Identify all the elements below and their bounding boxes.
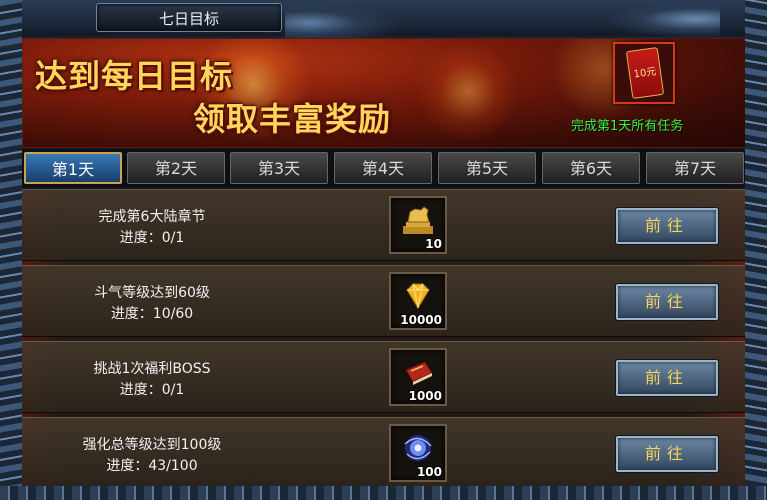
task-row: 挑战1次福利BOSS 进度：0/1 1000 前往 bbox=[22, 341, 746, 413]
reward-item-slot[interactable]: 10 bbox=[389, 196, 447, 254]
task-row: 强化总等级达到100级 进度：43/100 100 前往 bbox=[22, 417, 746, 489]
reward-item-slot[interactable]: 1000 bbox=[389, 348, 447, 406]
task-name: 完成第6大陆章节 bbox=[98, 209, 206, 225]
task-row: 完成第6大陆章节 进度：0/1 10 前往 bbox=[22, 189, 746, 261]
red-packet-icon: 10元 bbox=[625, 47, 665, 99]
tab-day-2[interactable]: 第2天 bbox=[127, 152, 225, 184]
reward-count: 100 bbox=[416, 465, 442, 479]
dragon-ornament-icon bbox=[285, 0, 405, 38]
bottom-border-ornament bbox=[0, 486, 767, 500]
task-name: 斗气等级达到60级 bbox=[94, 285, 210, 301]
banner-headline-1: 达到每日目标 bbox=[35, 57, 234, 95]
task-progress: 进度：10/60 bbox=[110, 306, 194, 322]
tab-day-6[interactable]: 第6天 bbox=[542, 152, 640, 184]
tab-day-5[interactable]: 第5天 bbox=[438, 152, 536, 184]
day-tabs: 第1天 第2天 第3天 第4天 第5天 第6天 第7天 bbox=[22, 149, 746, 187]
tab-day-3[interactable]: 第3天 bbox=[230, 152, 328, 184]
seven-day-goal-window: 七日目标 达到每日目标 领取丰富奖励 10元 完成第1天所有任务 第1天 第2天… bbox=[0, 0, 767, 500]
firework-decoration bbox=[413, 44, 523, 139]
task-progress: 进度：0/1 bbox=[119, 382, 185, 398]
reward-item-slot[interactable]: 100 bbox=[389, 424, 447, 482]
task-progress: 进度：0/1 bbox=[119, 230, 185, 246]
tab-day-1[interactable]: 第1天 bbox=[24, 152, 122, 184]
all-tasks-reward-slot[interactable]: 10元 bbox=[613, 42, 675, 104]
title-plate: 七日目标 bbox=[96, 3, 282, 32]
go-button[interactable]: 前往 bbox=[616, 208, 718, 244]
task-row: 斗气等级达到60级 进度：10/60 10000 前往 bbox=[22, 265, 746, 337]
right-border-ornament bbox=[745, 0, 767, 500]
go-button[interactable]: 前往 bbox=[616, 284, 718, 320]
task-progress: 进度：43/100 bbox=[106, 458, 198, 474]
go-button[interactable]: 前往 bbox=[616, 436, 718, 472]
complete-all-tasks-label: 完成第1天所有任务 bbox=[571, 119, 684, 134]
go-button[interactable]: 前往 bbox=[616, 360, 718, 396]
reward-count: 1000 bbox=[408, 389, 442, 403]
tab-day-4[interactable]: 第4天 bbox=[334, 152, 432, 184]
golden-lion-statue-icon bbox=[403, 206, 433, 234]
task-list: 完成第6大陆章节 进度：0/1 10 前往 斗气等级达到60级 进度：10/60 bbox=[22, 189, 746, 489]
left-border-ornament bbox=[0, 0, 22, 500]
banner-headline-2: 领取丰富奖励 bbox=[193, 100, 392, 138]
reward-count: 10000 bbox=[400, 313, 442, 327]
reward-item-slot[interactable]: 10000 bbox=[389, 272, 447, 330]
gold-diamond-icon bbox=[406, 283, 430, 309]
window-title: 七日目标 bbox=[158, 10, 219, 28]
tab-day-7[interactable]: 第7天 bbox=[646, 152, 744, 184]
reward-count: 10 bbox=[425, 237, 442, 251]
task-name: 挑战1次福利BOSS bbox=[93, 361, 211, 377]
task-name: 强化总等级达到100级 bbox=[82, 437, 222, 453]
blue-vortex-orb-icon bbox=[404, 435, 432, 461]
banner: 达到每日目标 领取丰富奖励 10元 完成第1天所有任务 bbox=[22, 38, 748, 148]
red-book-icon bbox=[405, 361, 433, 385]
red-packet-value: 10元 bbox=[633, 66, 658, 81]
dragon-ornament-icon bbox=[600, 0, 720, 38]
